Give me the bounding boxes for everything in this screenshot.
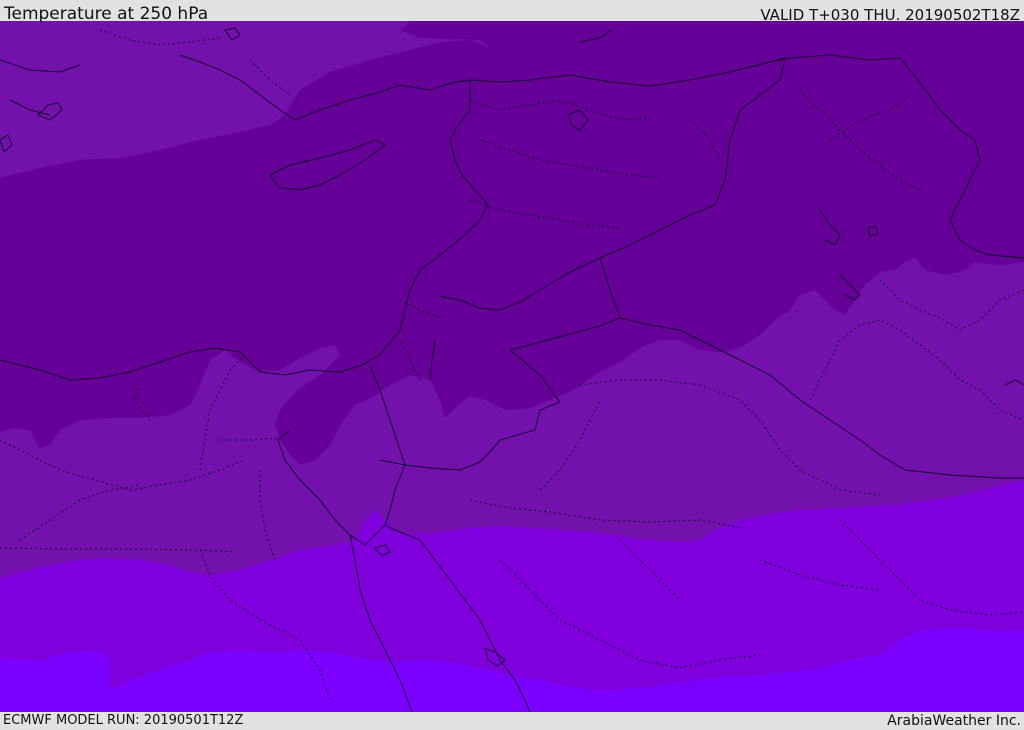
credit: ArabiaWeather Inc.: [887, 713, 1021, 729]
map-canvas: [0, 21, 1024, 712]
temperature-map[interactable]: [0, 21, 1024, 712]
title-bar: Temperature at 250 hPa VALID T+030 THU. …: [0, 0, 1024, 24]
model-run: ECMWF MODEL RUN: 20190501T12Z: [3, 713, 244, 728]
footer-bar: ECMWF MODEL RUN: 20190501T12Z ArabiaWeat…: [0, 712, 1024, 729]
map-title: Temperature at 250 hPa: [4, 4, 209, 24]
valid-time: VALID T+030 THU. 20190502T18Z: [760, 6, 1020, 24]
